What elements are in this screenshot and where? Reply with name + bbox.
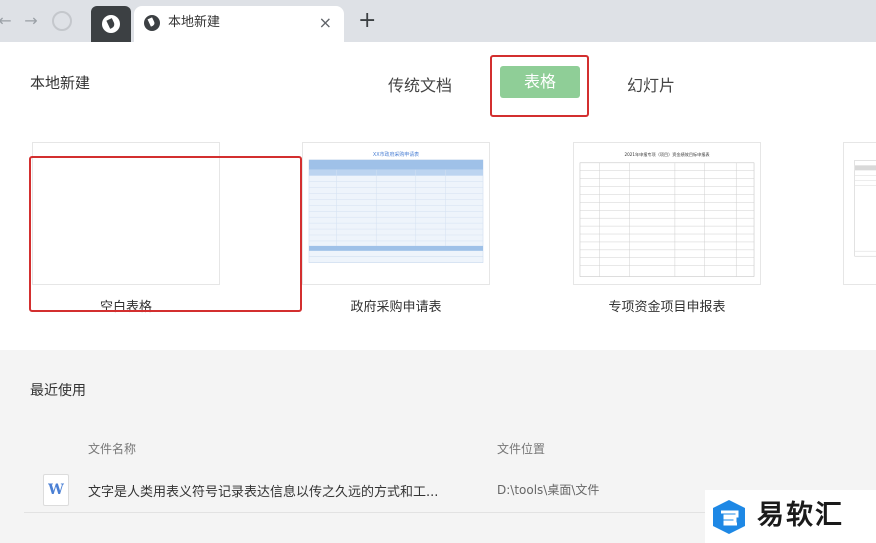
app-logo-icon — [102, 15, 120, 33]
template-label: 政府采购申请表 — [350, 300, 442, 315]
blank-template-highlight — [29, 156, 302, 312]
column-header-name: 文件名称 — [88, 442, 137, 456]
back-arrow-icon[interactable]: ← — [0, 10, 16, 32]
recent-title: 最近使用 — [30, 383, 86, 399]
tab-slides[interactable]: 幻灯片 — [627, 72, 675, 96]
template-partial[interactable] — [843, 142, 876, 285]
tab-local-new[interactable]: 本地新建 × — [134, 6, 344, 42]
watermark-logo-icon — [713, 500, 745, 534]
tab-title: 本地新建 — [168, 15, 221, 30]
page-title: 本地新建 — [30, 74, 91, 92]
watermark: 易软汇 — [705, 490, 876, 543]
app-logo-icon — [144, 15, 160, 31]
file-name[interactable]: 文字是人类用表义符号记录表达信息以传之久远的方式和工... — [88, 481, 478, 500]
template-gov-purchase[interactable]: XX市政府采购申请表 — [302, 142, 490, 285]
template-label: 专项资金项目申报表 — [608, 300, 726, 315]
row-divider — [24, 512, 710, 513]
new-tab-button[interactable]: + — [358, 10, 376, 32]
file-path: D:\tools\桌面\文件 — [497, 483, 600, 497]
forward-arrow-icon[interactable]: → — [20, 10, 42, 32]
template-preview: XX市政府采购申请表 — [308, 151, 484, 263]
template-preview: 2021年申报专项（项目）资金绩效目标申报表 — [579, 151, 755, 277]
preview-title: 2021年申报专项（项目）资金绩效目标申报表 — [624, 151, 709, 157]
template-preview — [854, 160, 876, 257]
close-icon[interactable]: × — [319, 13, 332, 33]
watermark-text: 易软汇 — [757, 500, 844, 531]
word-doc-icon: W — [43, 474, 69, 506]
browser-toolbar: ← → 本地新建 × + — [0, 0, 876, 42]
reload-icon[interactable] — [52, 11, 72, 31]
template-special-fund[interactable]: 2021年申报专项（项目）资金绩效目标申报表 — [573, 142, 761, 285]
spreadsheet-tab-highlight — [490, 55, 589, 117]
preview-title: XX市政府采购申请表 — [373, 151, 419, 158]
tab-traditional-doc[interactable]: 传统文档 — [388, 72, 452, 96]
pinned-tab[interactable] — [91, 6, 131, 42]
column-header-location: 文件位置 — [497, 442, 546, 456]
